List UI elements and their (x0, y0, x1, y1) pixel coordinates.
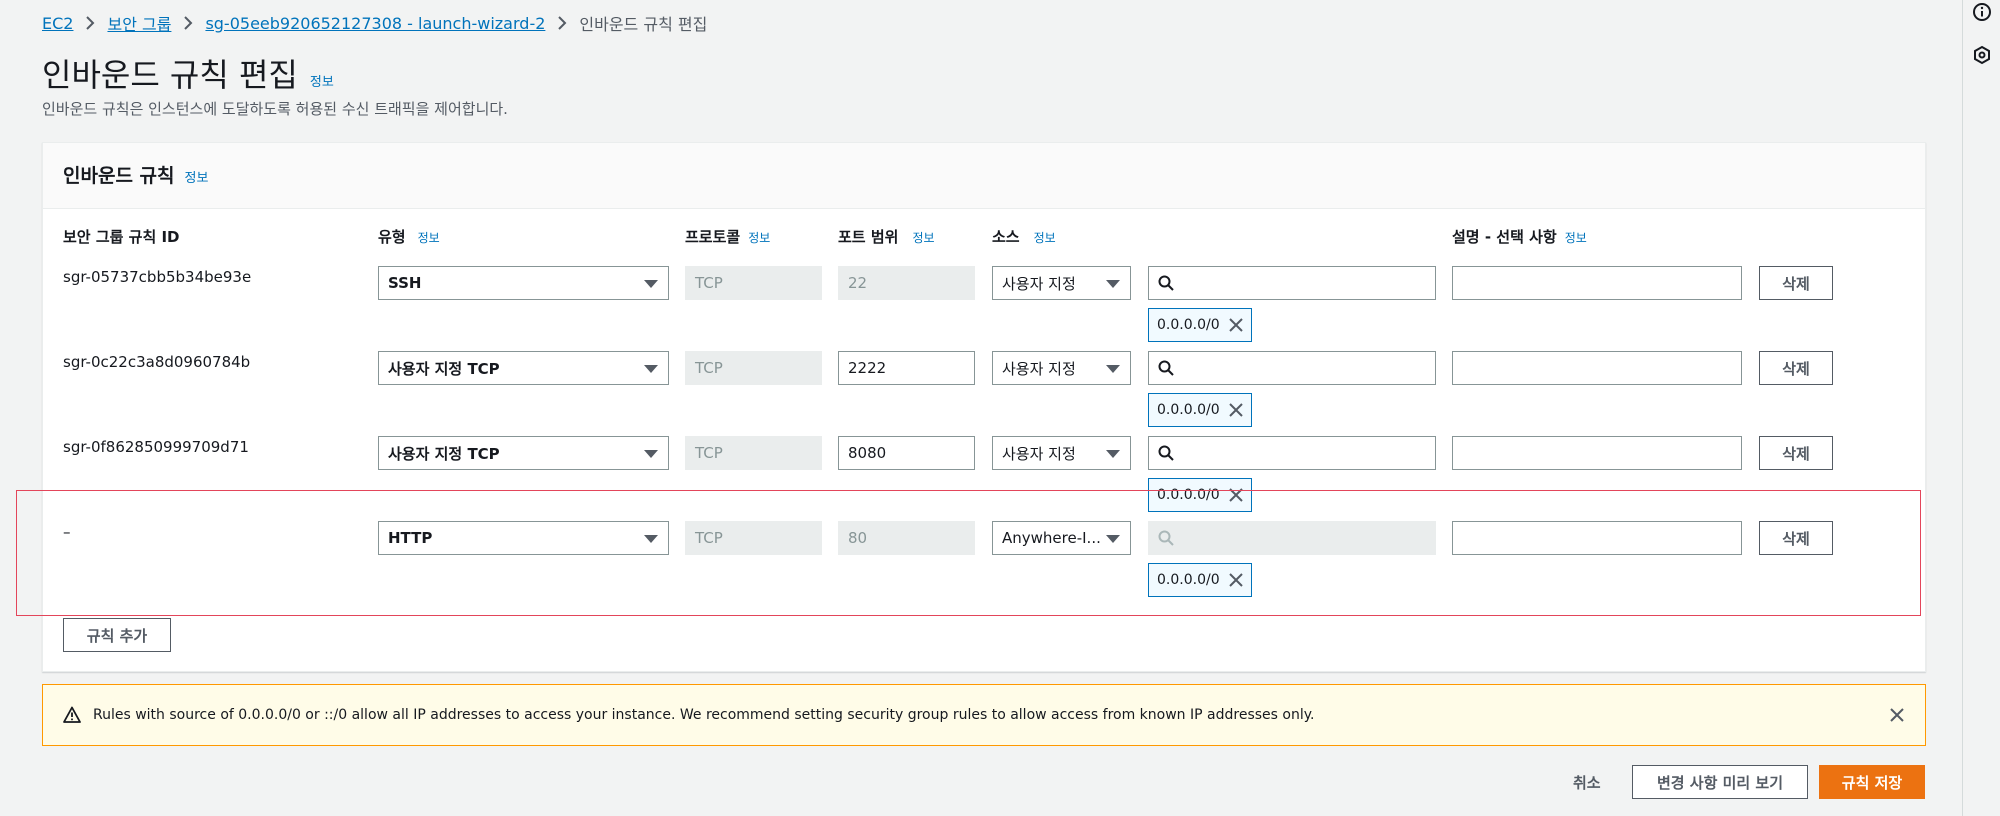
type-select[interactable]: HTTP (378, 521, 669, 555)
chevron-right-icon (85, 16, 95, 30)
description-input[interactable] (1452, 521, 1742, 555)
chevron-right-icon (183, 16, 193, 30)
caret-down-icon (644, 535, 658, 543)
col-port-info[interactable]: 정보 (912, 229, 934, 246)
cidr-token: 0.0.0.0/0 (1148, 308, 1252, 342)
type-select[interactable]: SSH (378, 266, 669, 300)
close-icon[interactable] (1229, 403, 1243, 417)
panel-header: 인바운드 규칙 정보 (43, 143, 1925, 209)
description-input[interactable] (1452, 351, 1742, 385)
panel-title: 인바운드 규칙 (63, 165, 175, 187)
type-select[interactable]: 사용자 지정 TCP (378, 351, 669, 385)
col-source-info[interactable]: 정보 (1034, 229, 1056, 246)
caret-down-icon (1106, 280, 1120, 288)
info-icon[interactable] (1972, 2, 1992, 22)
source-select[interactable]: 사용자 지정 (992, 436, 1131, 470)
description-input[interactable] (1452, 436, 1742, 470)
port-input[interactable]: 2222 (838, 351, 975, 385)
search-icon (1158, 445, 1174, 461)
col-protocol: 프로토콜 정보 (685, 228, 771, 246)
source-select[interactable]: Anywhere-I... (992, 521, 1131, 555)
col-type: 유형 정보 (378, 228, 440, 246)
breadcrumb-security-groups[interactable]: 보안 그룹 (107, 11, 171, 35)
inbound-rules-panel: 인바운드 규칙 정보 (42, 142, 1926, 672)
page-info-link[interactable]: 정보 (310, 71, 334, 90)
source-select[interactable]: 사용자 지정 (992, 266, 1131, 300)
protocol-field: TCP (685, 266, 822, 300)
alert-text: Rules with source of 0.0.0.0/0 or ::/0 a… (93, 707, 1315, 723)
close-icon[interactable] (1229, 573, 1243, 587)
caret-down-icon (644, 450, 658, 458)
rule-id: sgr-0f862850999709d71 (63, 438, 249, 456)
col-rule-id: 보안 그룹 규칙 ID (63, 228, 180, 246)
port-field: 80 (838, 521, 975, 555)
caret-down-icon (644, 280, 658, 288)
page-title-wrap: 인바운드 규칙 편집 정보 (42, 50, 334, 96)
add-rule-button[interactable]: 규칙 추가 (63, 618, 171, 652)
close-icon[interactable] (1229, 488, 1243, 502)
source-search-input (1148, 521, 1436, 555)
rule-id: sgr-0c22c3a8d0960784b (63, 353, 251, 371)
col-type-info[interactable]: 정보 (418, 229, 440, 246)
protocol-field: TCP (685, 351, 822, 385)
delete-button[interactable]: 삭제 (1759, 351, 1833, 385)
delete-button[interactable]: 삭제 (1759, 521, 1833, 555)
page-description: 인바운드 규칙은 인스턴스에 도달하도록 허용된 수신 트래픽을 제어합니다. (42, 100, 508, 118)
protocol-field: TCP (685, 436, 822, 470)
cidr-token: 0.0.0.0/0 (1148, 478, 1252, 512)
col-description-info[interactable]: 정보 (1565, 229, 1587, 246)
delete-button[interactable]: 삭제 (1759, 436, 1833, 470)
save-rules-button[interactable]: 규칙 저장 (1819, 765, 1925, 799)
caret-down-icon (644, 365, 658, 373)
port-field: 22 (838, 266, 975, 300)
source-search-input[interactable] (1148, 436, 1436, 470)
chevron-right-icon (557, 16, 567, 30)
caret-down-icon (1106, 450, 1120, 458)
warning-alert: Rules with source of 0.0.0.0/0 or ::/0 a… (42, 684, 1926, 746)
panel-title-wrap: 인바운드 규칙 정보 (63, 161, 208, 188)
breadcrumb-security-group[interactable]: sg-05eeb920652127308 - launch-wizard-2 (205, 14, 545, 33)
search-icon (1158, 360, 1174, 376)
col-source: 소스 정보 (992, 228, 1056, 246)
breadcrumb-current: 인바운드 규칙 편집 (579, 15, 708, 34)
caret-down-icon (1106, 365, 1120, 373)
close-icon[interactable] (1229, 318, 1243, 332)
cancel-button[interactable]: 취소 (1573, 772, 1601, 793)
panel-info-link[interactable]: 정보 (185, 167, 209, 186)
preview-changes-button[interactable]: 변경 사항 미리 보기 (1632, 765, 1808, 799)
settings-hex-icon[interactable] (1972, 45, 1992, 65)
delete-button[interactable]: 삭제 (1759, 266, 1833, 300)
cidr-token: 0.0.0.0/0 (1148, 563, 1252, 597)
search-icon (1158, 275, 1174, 291)
caret-down-icon (1106, 535, 1120, 543)
rule-id: – (63, 523, 71, 541)
port-input[interactable]: 8080 (838, 436, 975, 470)
type-select[interactable]: 사용자 지정 TCP (378, 436, 669, 470)
cidr-token: 0.0.0.0/0 (1148, 393, 1252, 427)
source-search-input[interactable] (1148, 266, 1436, 300)
protocol-field: TCP (685, 521, 822, 555)
source-select[interactable]: 사용자 지정 (992, 351, 1131, 385)
col-description: 설명 - 선택 사항 정보 (1452, 228, 1587, 246)
warning-icon (63, 706, 81, 723)
side-rail (1962, 0, 2000, 816)
breadcrumb: EC2 보안 그룹 sg-05eeb920652127308 - launch-… (42, 11, 708, 35)
close-icon[interactable] (1889, 707, 1905, 723)
source-search-input[interactable] (1148, 351, 1436, 385)
search-icon (1158, 530, 1174, 546)
col-protocol-info[interactable]: 정보 (748, 229, 770, 246)
col-port-range: 포트 범위 정보 (838, 228, 935, 246)
page-title: 인바운드 규칙 편집 (42, 56, 298, 94)
rule-id: sgr-05737cbb5b34be93e (63, 268, 252, 286)
description-input[interactable] (1452, 266, 1742, 300)
breadcrumb-ec2[interactable]: EC2 (42, 14, 73, 33)
